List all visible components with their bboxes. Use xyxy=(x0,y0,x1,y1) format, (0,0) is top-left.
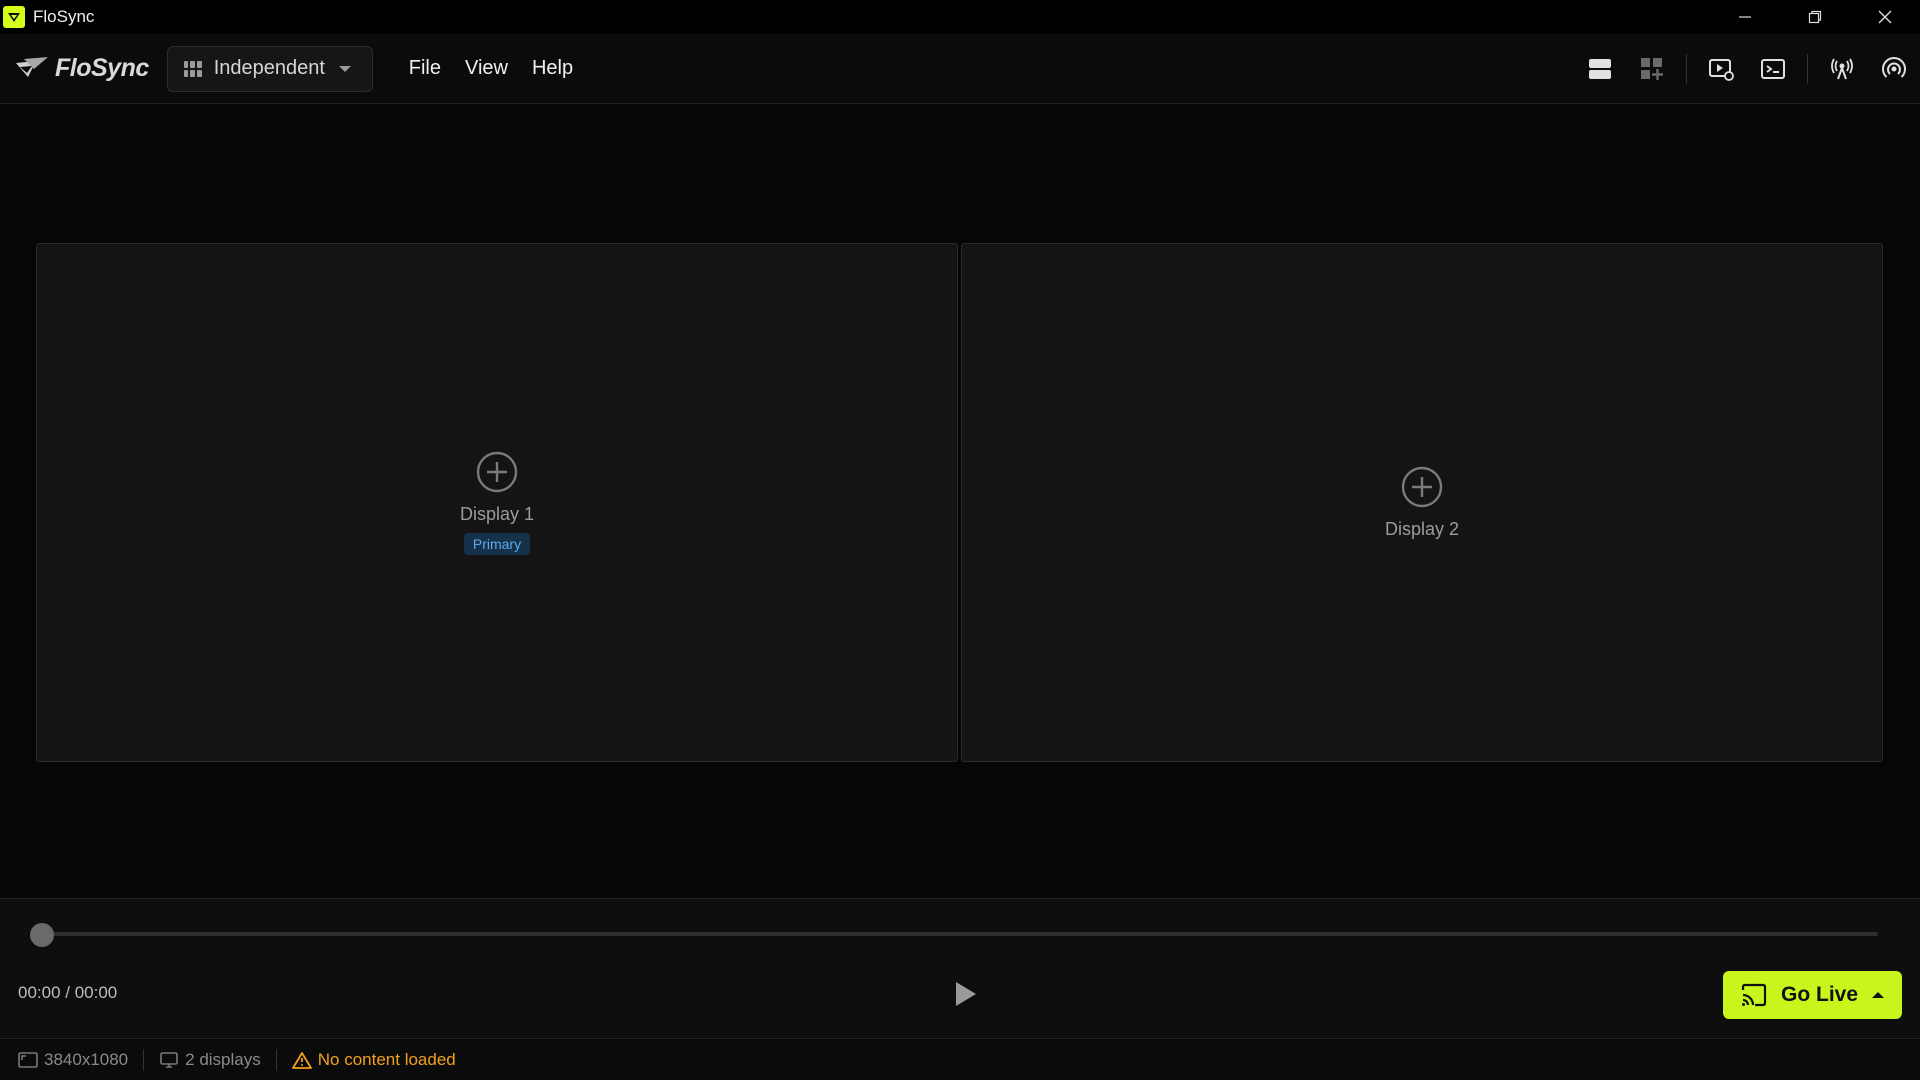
menu-file[interactable]: File xyxy=(397,57,453,80)
display-2-panel[interactable]: Display 2 xyxy=(961,243,1883,762)
chevron-up-icon[interactable] xyxy=(1872,992,1885,998)
monitor-icon xyxy=(160,1051,178,1068)
close-icon xyxy=(1878,10,1892,24)
go-live-button[interactable]: Go Live xyxy=(1723,971,1902,1019)
add-widget-icon xyxy=(1641,58,1663,80)
logo-text: FloSync xyxy=(55,54,149,82)
content-warning-status: No content loaded xyxy=(291,1049,456,1070)
broadcast-button[interactable] xyxy=(1816,43,1868,95)
status-bar: 3840x1080 2 displays No content loaded xyxy=(0,1038,1920,1080)
layout-rows-icon xyxy=(1589,59,1611,79)
terminal-icon xyxy=(1761,59,1785,79)
restore-button[interactable] xyxy=(1780,0,1850,34)
minimize-icon xyxy=(1739,16,1751,18)
display-stage: Display 1 Primary Display 2 xyxy=(0,105,1920,898)
displays-status: 2 displays xyxy=(159,1050,261,1070)
app-logo-icon xyxy=(3,6,25,28)
menu-help[interactable]: Help xyxy=(520,57,585,80)
title-bar: FloSync xyxy=(0,0,1920,34)
broadcast-icon xyxy=(1831,58,1853,80)
minimize-button[interactable] xyxy=(1710,0,1780,34)
signal-icon xyxy=(1882,56,1906,78)
add-content-icon[interactable] xyxy=(1400,465,1444,509)
play-icon[interactable] xyxy=(950,979,980,1009)
resolution-text: 3840x1080 xyxy=(44,1049,129,1069)
warning-icon xyxy=(291,1051,312,1069)
layout-rows-button[interactable] xyxy=(1574,43,1626,95)
resolution-status: 3840x1080 xyxy=(18,1050,128,1070)
chevron-down-icon xyxy=(338,65,351,72)
cast-icon xyxy=(1741,983,1767,1007)
menu-view[interactable]: View xyxy=(453,57,520,80)
warning-text: No content loaded xyxy=(317,1049,456,1069)
logo-icon xyxy=(16,56,48,77)
close-button[interactable] xyxy=(1850,0,1920,34)
go-live-label: Go Live xyxy=(1781,983,1859,1006)
toolbar-divider xyxy=(1807,54,1808,84)
mode-label: Independent xyxy=(213,57,325,79)
display-label: Display 1 xyxy=(459,504,535,524)
add-content-icon[interactable] xyxy=(475,450,519,494)
signal-button[interactable] xyxy=(1868,43,1920,95)
playback-controls: 00:00 / 00:00 Go Live xyxy=(0,898,1920,1038)
window-title: FloSync xyxy=(33,7,95,26)
display-label: Display 2 xyxy=(1384,519,1460,539)
display-1-panel[interactable]: Display 1 Primary xyxy=(36,243,958,762)
status-divider xyxy=(143,1048,145,1071)
mode-dropdown[interactable]: Independent xyxy=(166,45,373,92)
add-widget-button[interactable] xyxy=(1626,43,1678,95)
primary-badge: Primary xyxy=(463,533,531,555)
canvas-size-icon xyxy=(18,1051,38,1068)
seek-thumb[interactable] xyxy=(30,923,54,947)
menu-bar: FloSync Independent File View Help xyxy=(0,34,1920,104)
grid-icon xyxy=(183,60,202,77)
toolbar-divider xyxy=(1686,54,1687,84)
time-display: 00:00 / 00:00 xyxy=(18,983,118,1002)
terminal-button[interactable] xyxy=(1747,43,1799,95)
displays-count-text: 2 displays xyxy=(185,1049,261,1069)
status-divider xyxy=(275,1048,277,1071)
restore-icon xyxy=(1808,10,1822,24)
media-settings-button[interactable] xyxy=(1695,43,1747,95)
media-settings-icon xyxy=(1709,59,1734,81)
seek-track[interactable] xyxy=(40,932,1878,936)
flosync-logo: FloSync xyxy=(14,54,149,83)
